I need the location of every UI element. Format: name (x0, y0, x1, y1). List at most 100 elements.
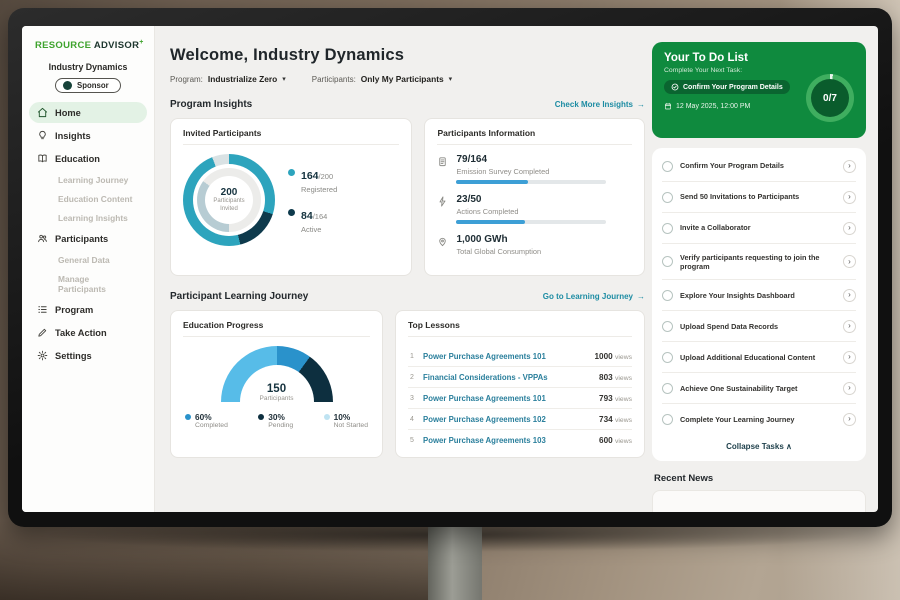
legend-dot-not-started (324, 414, 330, 420)
lesson-link[interactable]: Power Purchase Agreements 103 (423, 436, 592, 445)
education-progress-card: Education Progress 150 Participants 60% (170, 310, 383, 458)
clipboard-icon (437, 156, 448, 167)
sidebar: RESOURCE ADVISOR+ Industry Dynamics Spon… (22, 26, 155, 512)
go-to-learning-journey-link[interactable]: Go to Learning Journey → (543, 292, 645, 301)
next-task-pill[interactable]: Confirm Your Program Details (664, 80, 790, 94)
program-select[interactable]: Program: Industrialize Zero ▾ (170, 74, 286, 84)
sidebar-item-label: Insights (55, 131, 91, 141)
gauge-center-label: Participants (260, 395, 294, 402)
task-row[interactable]: Verify participants requesting to join t… (662, 244, 856, 280)
learning-journey-header: Participant Learning Journey Go to Learn… (170, 291, 645, 302)
task-checkbox[interactable] (662, 414, 673, 425)
program-label: Program: (170, 75, 203, 84)
task-chevron-icon[interactable]: › (843, 320, 856, 333)
recent-news-title: Recent News (654, 473, 864, 484)
home-icon (37, 107, 48, 118)
participants-information-card: Participants Information 79/164 Emission… (424, 118, 645, 276)
task-row[interactable]: Explore Your Insights Dashboard › (662, 280, 856, 311)
lesson-link[interactable]: Power Purchase Agreements 101 (423, 394, 592, 403)
main-content: Welcome, Industry Dynamics Program: Indu… (156, 26, 651, 512)
task-row[interactable]: Confirm Your Program Details › (662, 151, 856, 182)
task-row[interactable]: Invite a Collaborator › (662, 213, 856, 244)
top-lessons-card: Top Lessons 1 Power Purchase Agreements … (395, 310, 645, 458)
todo-title: Your To Do List (664, 52, 854, 64)
sidebar-item-take-action[interactable]: Take Action (29, 322, 147, 343)
task-chevron-icon[interactable]: › (843, 351, 856, 364)
program-insights-header: Program Insights Check More Insights → (170, 99, 645, 110)
sidebar-item-label: Education (55, 154, 100, 164)
legend-dot-pending (258, 414, 264, 420)
participants-label: Participants: (312, 75, 356, 84)
location-pin-icon (437, 236, 448, 247)
lesson-link[interactable]: Financial Considerations - VPPAs (423, 373, 592, 382)
sidebar-item-learning-insights[interactable]: Learning Insights (29, 208, 147, 227)
invited-participants-card: Invited Participants 200 Participants In… (170, 118, 412, 276)
sidebar-item-insights[interactable]: Insights (29, 125, 147, 146)
legend-item-active: 84/164 Active (288, 206, 337, 234)
section-title: Participant Learning Journey (170, 291, 308, 302)
invited-participants-donut-chart: 200 Participants Invited (183, 154, 275, 246)
task-row[interactable]: Send 50 Invitations to Participants › (662, 182, 856, 213)
sidebar-item-home[interactable]: Home (29, 102, 147, 123)
task-checkbox[interactable] (662, 256, 673, 267)
list-icon (37, 304, 48, 315)
sidebar-item-program[interactable]: Program (29, 299, 147, 320)
calendar-icon (664, 102, 672, 110)
todo-summary-card: Your To Do List Complete Your Next Task:… (652, 42, 866, 138)
sponsor-badge[interactable]: Sponsor (55, 78, 121, 93)
chevron-up-icon: ∧ (786, 442, 792, 451)
lesson-link[interactable]: Power Purchase Agreements 102 (423, 415, 592, 424)
task-chevron-icon[interactable]: › (843, 382, 856, 395)
participants-select[interactable]: Participants: Only My Participants ▾ (312, 74, 452, 84)
todo-progress-ring: 0/7 (806, 74, 854, 122)
task-row[interactable]: Complete Your Learning Journey › (662, 404, 856, 434)
filters-row: Program: Industrialize Zero ▾ Participan… (170, 74, 645, 84)
sidebar-item-settings[interactable]: Settings (29, 345, 147, 366)
sidebar-item-education-content[interactable]: Education Content (29, 189, 147, 208)
learning-cards-row: Education Progress 150 Participants 60% (170, 310, 645, 458)
task-chevron-icon[interactable]: › (843, 160, 856, 173)
participants-value: Only My Participants (361, 74, 444, 84)
actions-completed-progress-bar (456, 220, 606, 224)
education-progress-gauge-chart: 150 Participants (221, 346, 333, 402)
card-title: Education Progress (183, 320, 370, 337)
check-more-insights-link[interactable]: Check More Insights → (555, 100, 645, 109)
task-chevron-icon[interactable]: › (843, 191, 856, 204)
task-chevron-icon[interactable]: › (843, 255, 856, 268)
task-checkbox[interactable] (662, 383, 673, 394)
tasks-list-card: Confirm Your Program Details › Send 50 I… (652, 148, 866, 461)
sidebar-item-label: Take Action (55, 328, 107, 338)
task-row[interactable]: Upload Additional Educational Content › (662, 342, 856, 373)
task-checkbox[interactable] (662, 161, 673, 172)
page-title: Welcome, Industry Dynamics (170, 46, 645, 65)
task-row[interactable]: Achieve One Sustainability Target › (662, 373, 856, 404)
task-chevron-icon[interactable]: › (843, 413, 856, 426)
task-checkbox[interactable] (662, 321, 673, 332)
sidebar-nav: Home Insights Education Learning Journey… (22, 101, 154, 367)
task-checkbox[interactable] (662, 290, 673, 301)
sidebar-item-participants[interactable]: Participants (29, 228, 147, 249)
lesson-link[interactable]: Power Purchase Agreements 101 (423, 352, 588, 361)
people-icon (37, 233, 48, 244)
section-title: Program Insights (170, 99, 252, 110)
task-checkbox[interactable] (662, 223, 673, 234)
donut-legend: 164/200 Registered 84/164 Active (288, 166, 337, 234)
task-chevron-icon[interactable]: › (843, 222, 856, 235)
sidebar-item-education[interactable]: Education (29, 148, 147, 169)
collapse-tasks-link[interactable]: Collapse Tasks ∧ (662, 434, 856, 458)
legend-dot-active (288, 209, 295, 216)
logo-secondary: ADVISOR (94, 40, 139, 51)
task-checkbox[interactable] (662, 192, 673, 203)
recent-news-card (652, 490, 866, 512)
legend-dot-completed (185, 414, 191, 420)
sidebar-item-learning-journey[interactable]: Learning Journey (29, 170, 147, 189)
legend-dot-registered (288, 169, 295, 176)
sidebar-item-manage-participants[interactable]: Manage Participants (29, 269, 147, 298)
task-chevron-icon[interactable]: › (843, 289, 856, 302)
gauge-center-value: 150 (267, 383, 286, 395)
task-checkbox[interactable] (662, 352, 673, 363)
sidebar-item-general-data[interactable]: General Data (29, 250, 147, 269)
task-row[interactable]: Upload Spend Data Records › (662, 311, 856, 342)
dashboard-screen: RESOURCE ADVISOR+ Industry Dynamics Spon… (22, 26, 878, 512)
lightning-icon (437, 196, 448, 207)
